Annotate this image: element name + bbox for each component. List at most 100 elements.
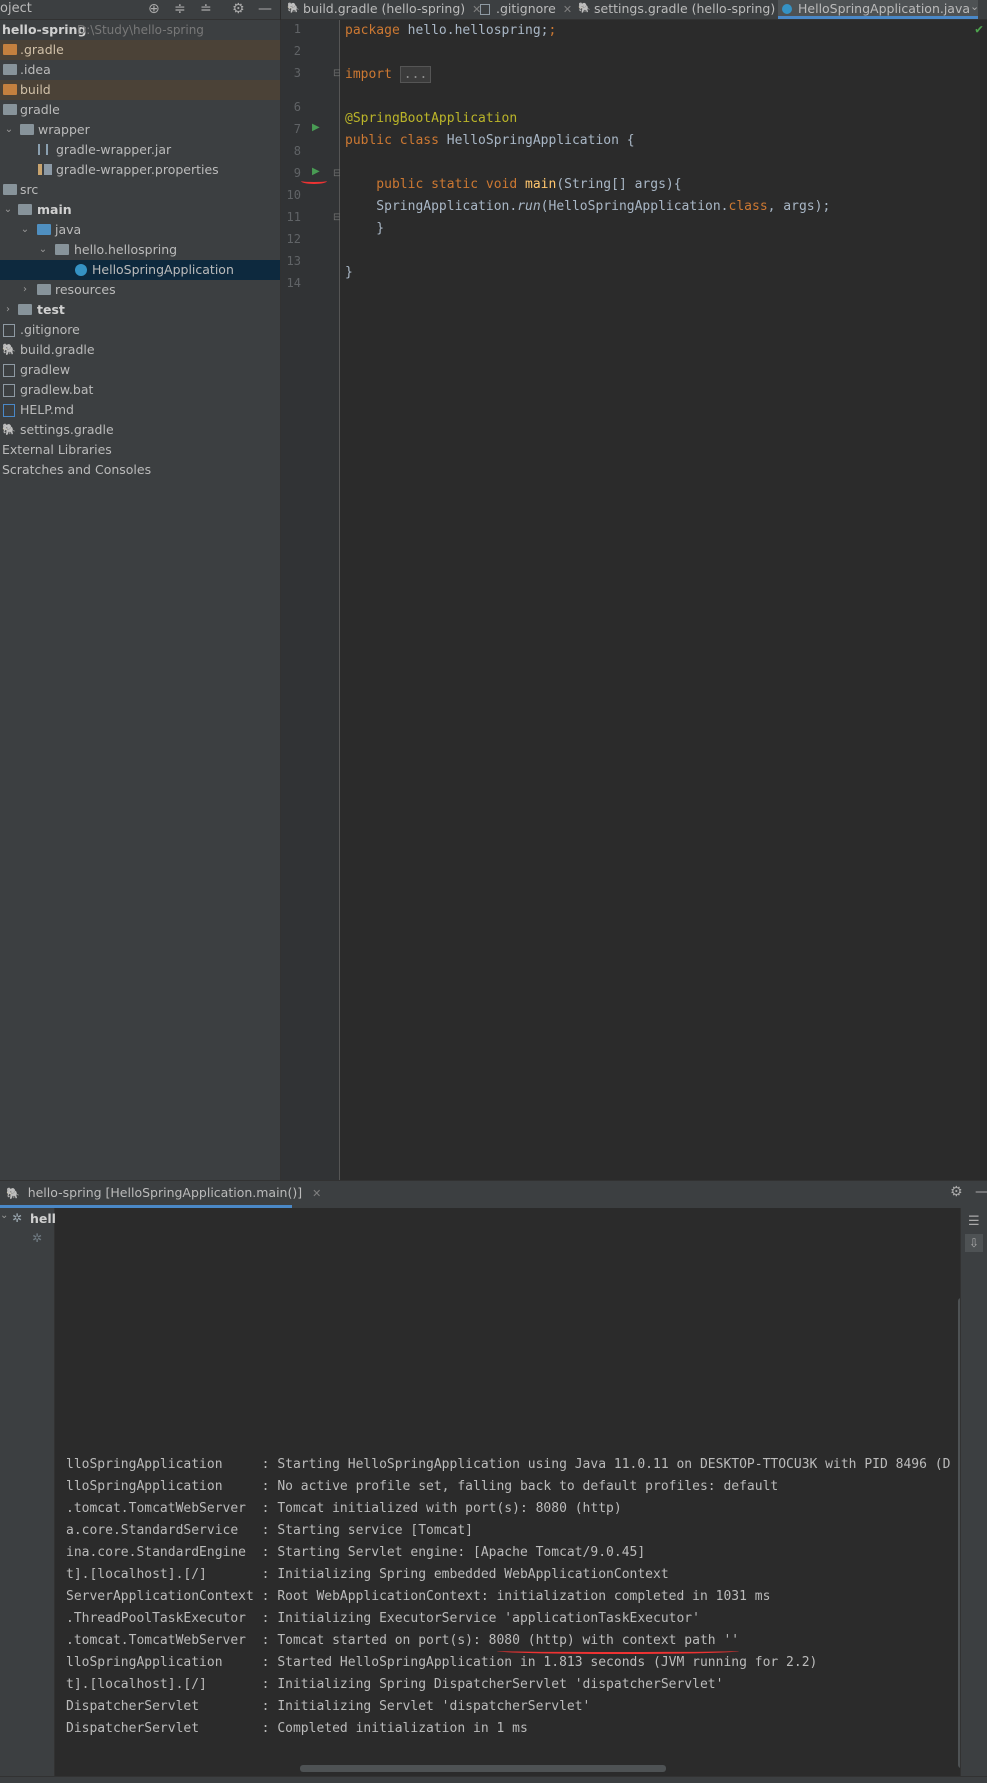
file-icon [3,324,15,337]
tree-item-label: settings.gradle [20,422,114,437]
project-panel-title[interactable]: oject [0,1,32,16]
tree-item[interactable]: ⌄ main [0,200,280,220]
inspection-ok-icon[interactable]: ✔ [975,22,983,37]
tree-item[interactable]: gradle-wrapper.properties [0,160,280,180]
chevron-right-icon[interactable]: › [2,300,14,320]
collapse-all-icon[interactable]: ≐ [200,1,212,17]
chevron-down-icon[interactable]: ⌄ [0,1210,8,1221]
console-output[interactable]: lloSpringApplication : Starting HelloSpr… [55,1208,960,1762]
file-icon [3,384,15,397]
tree-item[interactable]: 🐘 build.gradle [0,340,280,360]
target-icon[interactable]: ⊕ [148,1,160,17]
tree-item[interactable]: ⌄ wrapper [0,120,280,140]
tree-item-label: Scratches and Consoles [2,462,152,477]
console-line: lloSpringApplication : No active profile… [66,1479,779,1494]
tree-item[interactable]: 🐘 settings.gradle [0,420,280,440]
tree-item[interactable]: HELP.md [0,400,280,420]
tab-label: settings.gradle (hello-spring) [594,1,776,16]
close-icon[interactable]: ✕ [563,3,572,16]
tab-list-chevron-icon[interactable]: ⌄ [970,0,979,13]
tree-item[interactable]: › resources [0,280,280,300]
tab-gitignore[interactable]: .gitignore ✕ [476,0,572,19]
minimize-icon[interactable]: — [258,1,272,17]
tree-item-label: .idea [20,62,51,77]
tab-hellospringapplication[interactable]: HelloSpringApplication.java [778,0,978,19]
tree-item-label: HelloSpringApplication [92,262,234,277]
expand-all-icon[interactable]: ≑ [174,1,186,17]
tree-item[interactable]: Scratches and Consoles [0,460,280,480]
close-icon[interactable]: ✕ [312,1187,321,1200]
run-panel-header: 🐘 hello-spring [HelloSpringApplication.m… [0,1180,987,1209]
console-line: t].[localhost].[/] : Initializing Spring… [66,1567,669,1582]
tree-item-label: .gradle [20,42,64,57]
tab-build-gradle[interactable]: 🐘 build.gradle (hello-spring) ✕ [283,0,481,19]
tree-item[interactable]: .idea [0,60,280,80]
tree-item[interactable]: ⌄ hello.hellospring [0,240,280,260]
tree-item-label: main [37,202,72,217]
tree-item-label: HELP.md [20,402,74,417]
console-line: DispatcherServlet : Initializing Servlet… [66,1699,591,1714]
console-line: t].[localhost].[/] : Initializing Spring… [66,1677,724,1692]
gradle-icon: 🐘 [287,3,300,14]
tree-item[interactable]: ⌄ java [0,220,280,240]
gear-icon[interactable]: ⚙ [232,1,245,17]
tree-item[interactable]: gradle [0,100,280,120]
console-line: ina.core.StandardEngine : Starting Servl… [66,1545,646,1560]
gear-icon[interactable]: ⚙ [950,1184,963,1200]
scroll-to-end-icon[interactable]: ⇩ [965,1234,983,1252]
code-line-7: public class HelloSpringApplication { [345,133,635,148]
tree-item-selected[interactable]: HelloSpringApplication [0,260,280,280]
chevron-right-icon[interactable]: › [19,280,31,300]
tree-item-label: build.gradle [20,342,95,357]
project-tree: hello-spring D:\Study\hello-spring .grad… [0,20,281,1180]
tree-item[interactable]: .gradle [0,40,280,60]
tree-item-label: .gitignore [20,322,80,337]
run-arrow-icon[interactable]: ▶ [312,166,320,177]
folder-icon [3,184,17,195]
chevron-down-icon[interactable]: ⌄ [37,240,49,260]
chevron-down-icon[interactable]: ⌄ [3,120,15,140]
tab-label: HelloSpringApplication.java [798,1,971,16]
code-line-3: import ... [345,64,432,86]
chevron-down-icon[interactable]: ⌄ [2,200,14,220]
tree-root[interactable]: hello-spring D:\Study\hello-spring [0,20,280,40]
line-number: 1 [293,22,301,36]
red-annotation-mark [497,1648,739,1654]
console-line: .ThreadPoolTaskExecutor : Initializing E… [66,1611,700,1626]
tree-item[interactable]: .gitignore [0,320,280,340]
tree-item[interactable]: build [0,80,280,100]
tree-item-label: src [20,182,39,197]
run-tree: ⌄ ✲ hello ✲ [0,1208,65,1782]
code-editor[interactable]: ✔ package hello.hellospring;; import ...… [340,20,987,1180]
tab-settings-gradle[interactable]: 🐘 settings.gradle (hello-spring)✕ [574,0,791,19]
properties-file-icon [38,164,52,175]
code-line-10: SpringApplication.run(HelloSpringApplica… [345,199,831,214]
minimize-icon[interactable]: — [975,1184,987,1200]
code-line-9: public static void main(String[] args){ [345,177,682,192]
run-arrow-icon[interactable]: ▶ [312,122,320,133]
tree-item-label: java [55,222,82,237]
folded-imports[interactable]: ... [399,66,432,83]
tree-item[interactable]: src [0,180,280,200]
file-icon [480,4,490,15]
line-number: 13 [286,254,301,268]
tree-item[interactable]: gradlew.bat [0,380,280,400]
tree-item-label: wrapper [38,122,90,137]
line-number: 11 [286,210,301,224]
tree-item-label: gradle-wrapper.jar [56,142,172,157]
console-horizontal-scrollbar[interactable] [300,1765,666,1772]
tree-item[interactable]: External Libraries [0,440,280,460]
package-icon [55,244,69,255]
editor-tab-bar: 🐘 build.gradle (hello-spring) ✕ .gitignor… [281,0,987,20]
spring-class-icon [75,264,87,276]
markdown-file-icon [3,404,15,417]
chevron-down-icon[interactable]: ⌄ [19,220,31,240]
tree-item-label: gradle-wrapper.properties [56,162,219,177]
soft-wrap-icon[interactable]: ☰ [968,1214,980,1229]
tree-item[interactable]: › test [0,300,280,320]
editor-gutter: 1 2 3 6 7 8 9 10 11 12 13 14 ▶ ▶ ⊟ ⊟ ⊟ [281,20,341,1180]
tree-item[interactable]: gradlew [0,360,280,380]
tree-item[interactable]: gradle-wrapper.jar [0,140,280,160]
tree-item-label: gradlew [20,362,71,377]
run-tab[interactable]: 🐘 hello-spring [HelloSpringApplication.m… [0,1181,321,1208]
